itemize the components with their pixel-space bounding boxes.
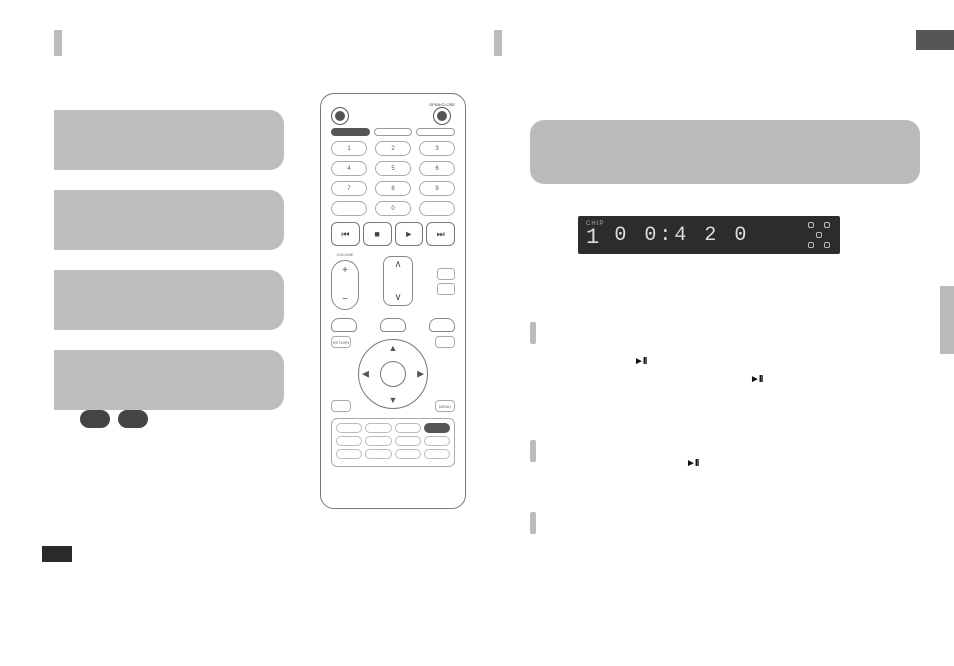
right-intro-box: [530, 120, 920, 184]
power-button-icon: [331, 107, 349, 125]
num-misc-b: [419, 201, 455, 216]
play-pause-glyph-3: ►II: [686, 458, 698, 469]
volume-label: VOLUME: [337, 252, 354, 257]
instruction-step-1: [54, 110, 284, 170]
num-0: 0: [375, 201, 411, 216]
vfd-track-number: 1: [586, 227, 600, 249]
side-button-a: [437, 268, 455, 280]
open-close-button-icon: [433, 107, 451, 125]
num-1: 1: [331, 141, 367, 156]
corner-tr-button: [435, 336, 455, 348]
right-accent-2: [530, 440, 536, 462]
num-6: 6: [419, 161, 455, 176]
play-pause-glyph-2: ►II: [750, 374, 762, 385]
bot-btn-r3c2: [365, 449, 391, 459]
volume-rocker-icon: + −: [331, 260, 359, 310]
play-pause-glyph-1: ►II: [634, 356, 646, 367]
accent-bar-mid: [494, 30, 502, 56]
prev-button-icon: ⏮: [331, 222, 360, 246]
corner-tab: [916, 30, 954, 50]
return-button-icon: RETURN: [331, 336, 351, 348]
bot-btn-r2c4: [424, 436, 450, 446]
note-label: [42, 546, 72, 562]
menu-button-icon: MENU: [435, 400, 455, 412]
vfd-display: CHIP 1 0 0:4 2 0: [578, 216, 840, 254]
right-accent-1: [530, 322, 536, 344]
bot-btn-r2c1: [336, 436, 362, 446]
bot-btn-r3c4: [424, 449, 450, 459]
dpad-left-icon: ◀: [362, 369, 369, 380]
num-7: 7: [331, 181, 367, 196]
mode-button-3: [416, 128, 455, 136]
instruction-step-4: [54, 350, 284, 410]
num-8: 8: [375, 181, 411, 196]
accent-bar-left: [54, 30, 62, 56]
mode-button-2: [374, 128, 413, 136]
badge-pill-a: [80, 410, 110, 428]
stop-button-icon: ■: [363, 222, 392, 246]
dpad-up-icon: ▲: [389, 343, 398, 353]
dpad-down-icon: ▼: [389, 395, 398, 405]
remote-illustration: OPEN/CLOSE 1 2 3 4 5 6 7 8 9 0 ⏮ ■ ► ⏭ V…: [320, 93, 466, 509]
bot-btn-r1c3: [395, 423, 421, 433]
dpad-ring-icon: ▲ ▼ ◀ ▶: [358, 339, 428, 409]
instruction-step-2: [54, 190, 284, 250]
dpad-right-icon: ▶: [417, 369, 424, 380]
num-4: 4: [331, 161, 367, 176]
bot-btn-r1c4: [424, 423, 450, 433]
bot-btn-r3c3: [395, 449, 421, 459]
vfd-speaker-icon: [806, 222, 832, 248]
side-tab: [940, 286, 954, 354]
mode-button-1: [331, 128, 370, 136]
next-button-icon: ⏭: [426, 222, 455, 246]
side-button-b: [437, 283, 455, 295]
num-5: 5: [375, 161, 411, 176]
arc-button-mid: [380, 318, 406, 332]
corner-bl-button: [331, 400, 351, 412]
instruction-step-3: [54, 270, 284, 330]
bot-btn-r3c1: [336, 449, 362, 459]
badge-pill-b: [118, 410, 148, 428]
vfd-time-readout: 0 0:4 2 0: [614, 224, 796, 247]
dpad-enter-icon: [380, 361, 406, 387]
num-3: 3: [419, 141, 455, 156]
arc-button-left: [331, 318, 357, 332]
num-2: 2: [375, 141, 411, 156]
num-misc-a: [331, 201, 367, 216]
bot-btn-r2c3: [395, 436, 421, 446]
right-accent-3: [530, 512, 536, 534]
bottom-panel: [331, 418, 455, 467]
bot-btn-r2c2: [365, 436, 391, 446]
arc-button-right: [429, 318, 455, 332]
num-9: 9: [419, 181, 455, 196]
numpad: 1 2 3 4 5 6 7 8 9 0: [331, 141, 455, 216]
play-button-icon: ►: [395, 222, 424, 246]
bot-btn-r1c2: [365, 423, 391, 433]
bot-btn-r1c1: [336, 423, 362, 433]
channel-rocker-icon: ∧ ∨: [383, 256, 413, 306]
